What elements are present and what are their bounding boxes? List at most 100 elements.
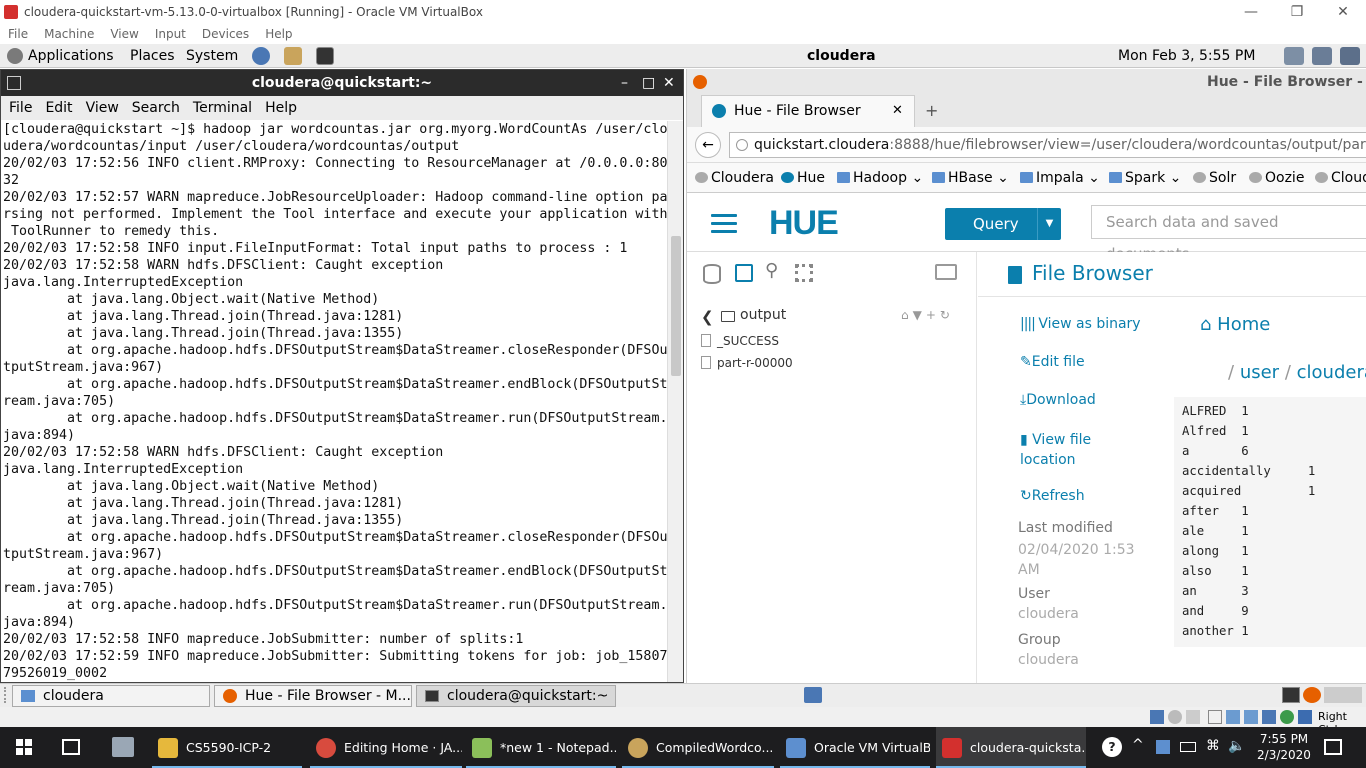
bookmark-oozie[interactable]: Oozie [1249, 163, 1304, 193]
usb-icon[interactable] [1226, 710, 1240, 724]
search-input[interactable]: Search data and saved documents... [1091, 205, 1366, 263]
vbox-menu-machine[interactable]: Machine [36, 24, 102, 44]
close-button[interactable]: ✕ [1320, 0, 1366, 24]
network-icon[interactable] [1312, 47, 1332, 65]
bookmark-cloudera[interactable]: Cloudera [695, 163, 774, 193]
file-row[interactable]: _SUCCESS [701, 334, 779, 348]
query-dropdown-icon[interactable]: ▼ [1037, 208, 1061, 240]
places-menu[interactable]: Places [130, 44, 175, 68]
task-view-icon[interactable] [62, 739, 80, 755]
view-as-binary-link[interactable]: |||| View as binary [1020, 316, 1141, 332]
volume-icon[interactable] [1284, 47, 1304, 65]
database-icon[interactable] [703, 264, 721, 284]
breadcrumb-user[interactable]: user [1240, 362, 1279, 383]
query-button[interactable]: Query ▼ [945, 208, 1061, 240]
tab-hue-file-browser[interactable]: Hue - File Browser ✕ [701, 95, 915, 127]
display-icon[interactable] [1340, 47, 1360, 65]
terminal-menu-terminal[interactable]: Terminal [188, 96, 257, 120]
bookmark-folder-hadoop[interactable]: Hadoop ⌄ [837, 163, 923, 193]
bookmark-folder-impala[interactable]: Impala ⌄ [1020, 163, 1100, 193]
files-icon[interactable] [735, 264, 753, 282]
wifi-icon[interactable]: ⌘ [1206, 738, 1220, 754]
new-tab-icon[interactable]: + [925, 101, 938, 120]
bookmark-folder-spark[interactable]: Spark ⌄ [1109, 163, 1181, 193]
hamburger-menu-icon[interactable] [711, 214, 737, 234]
terminal-launcher-icon[interactable] [316, 47, 334, 65]
grid-icon[interactable] [795, 264, 813, 282]
vbox-menu-help[interactable]: Help [257, 24, 300, 44]
terminal-menu-view[interactable]: View [81, 96, 124, 120]
workspace-1-icon[interactable] [1282, 687, 1300, 703]
network-adapter-icon[interactable] [1208, 710, 1222, 724]
cpu-icon[interactable] [1298, 710, 1312, 724]
battery-icon[interactable] [1180, 742, 1196, 752]
vbox-menu-file[interactable]: File [0, 24, 36, 44]
mail-launcher-icon[interactable] [284, 47, 302, 65]
bookmark-solr[interactable]: Solr [1193, 163, 1236, 193]
vbox-menu-view[interactable]: View [102, 24, 146, 44]
win-task-compiledwordcount[interactable]: CompiledWordco... [622, 727, 774, 768]
terminal-output[interactable]: [cloudera@quickstart ~]$ hadoop jar word… [3, 121, 667, 682]
edit-file-link[interactable]: ✎Edit file [1020, 354, 1085, 370]
terminal-menu-search[interactable]: Search [127, 96, 185, 120]
bookmark-cloud[interactable]: Cloud [1315, 163, 1366, 193]
tab-close-icon[interactable]: ✕ [892, 96, 903, 126]
system-menu[interactable]: System [186, 44, 238, 68]
win-task-cs5590[interactable]: CS5590-ICP-2 [152, 727, 302, 768]
win-task-cloudera-vm[interactable]: cloudera-quicksta... [936, 727, 1086, 768]
document-icon[interactable] [935, 264, 957, 280]
minimize-button[interactable]: — [1228, 0, 1274, 24]
this-pc-icon[interactable] [112, 737, 134, 757]
hdd-icon[interactable] [1150, 710, 1164, 724]
terminal-maximize-button[interactable]: □ [642, 70, 655, 96]
terminal-close-button[interactable]: ✕ [663, 70, 675, 96]
notifications-icon[interactable] [1324, 739, 1342, 755]
tray-app-icon[interactable] [1156, 740, 1170, 754]
terminal-menu-edit[interactable]: Edit [40, 96, 77, 120]
url-input[interactable]: quickstart.cloudera:8888/hue/filebrowser… [729, 132, 1366, 158]
terminal-scrollbar-thumb[interactable] [671, 236, 681, 376]
system-clock[interactable]: 7:55 PM 2/3/2020 [1254, 731, 1314, 763]
applications-menu[interactable]: Applications [28, 44, 114, 68]
show-hidden-icons-icon[interactable]: ^ [1132, 737, 1144, 753]
win-task-virtualbox[interactable]: Oracle VM VirtualB... [780, 727, 930, 768]
task-cloudera[interactable]: cloudera [12, 685, 210, 707]
shared-folder-icon[interactable] [1244, 710, 1258, 724]
back-folder-icon[interactable]: ❮ [701, 308, 714, 326]
task-terminal[interactable]: cloudera@quickstart:~ [416, 685, 616, 707]
back-icon[interactable]: ← [695, 132, 721, 158]
workspace-3-icon[interactable] [1324, 687, 1362, 703]
workspace-2-icon[interactable] [1303, 687, 1321, 703]
task-hue-file-browser[interactable]: Hue - File Browser - M... [214, 685, 412, 707]
home-breadcrumb[interactable]: ⌂ Home [1200, 314, 1270, 335]
breadcrumb-cloudera[interactable]: cloudera [1297, 362, 1366, 383]
view-file-location-link[interactable]: ▮ View file location [1020, 430, 1091, 470]
clock[interactable]: Mon Feb 3, 5:55 PM [1118, 44, 1255, 68]
vbox-menu-input[interactable]: Input [147, 24, 194, 44]
terminal-scrollbar[interactable] [667, 121, 683, 682]
search-icon[interactable]: ⚲ [765, 260, 778, 281]
terminal-minimize-button[interactable]: – [621, 70, 628, 96]
browser-launcher-icon[interactable] [252, 47, 270, 65]
firefox-title-bar[interactable]: Hue - File Browser - M [687, 69, 1366, 95]
folder-actions-icons[interactable]: ⌂▼+↻ [901, 308, 954, 322]
optical-icon[interactable] [1168, 710, 1182, 724]
terminal-menu-help[interactable]: Help [260, 96, 302, 120]
win-task-chrome[interactable]: Editing Home · JA... [310, 727, 462, 768]
terminal-title-bar[interactable]: cloudera@quickstart:~ – □ ✕ [1, 70, 683, 96]
refresh-link[interactable]: ↻Refresh [1020, 488, 1085, 504]
win-task-notepad[interactable]: *new 1 - Notepad... [466, 727, 616, 768]
bookmark-folder-hbase[interactable]: HBase ⌄ [932, 163, 1009, 193]
site-info-icon[interactable] [736, 139, 748, 151]
vbox-menu-devices[interactable]: Devices [194, 24, 257, 44]
restore-button[interactable]: ❐ [1274, 0, 1320, 24]
bookmark-hue[interactable]: Hue [781, 163, 825, 193]
terminal-menu-file[interactable]: File [4, 96, 37, 120]
hue-logo[interactable]: HUE [769, 204, 839, 243]
audio-icon[interactable] [1186, 710, 1200, 724]
download-link[interactable]: ⤓Download [1020, 392, 1096, 408]
volume-muted-icon[interactable]: 🔈 [1228, 738, 1245, 754]
help-icon[interactable]: ? [1102, 737, 1122, 757]
display-adapter-icon[interactable] [1262, 710, 1276, 724]
workspace-icon[interactable] [804, 687, 822, 703]
